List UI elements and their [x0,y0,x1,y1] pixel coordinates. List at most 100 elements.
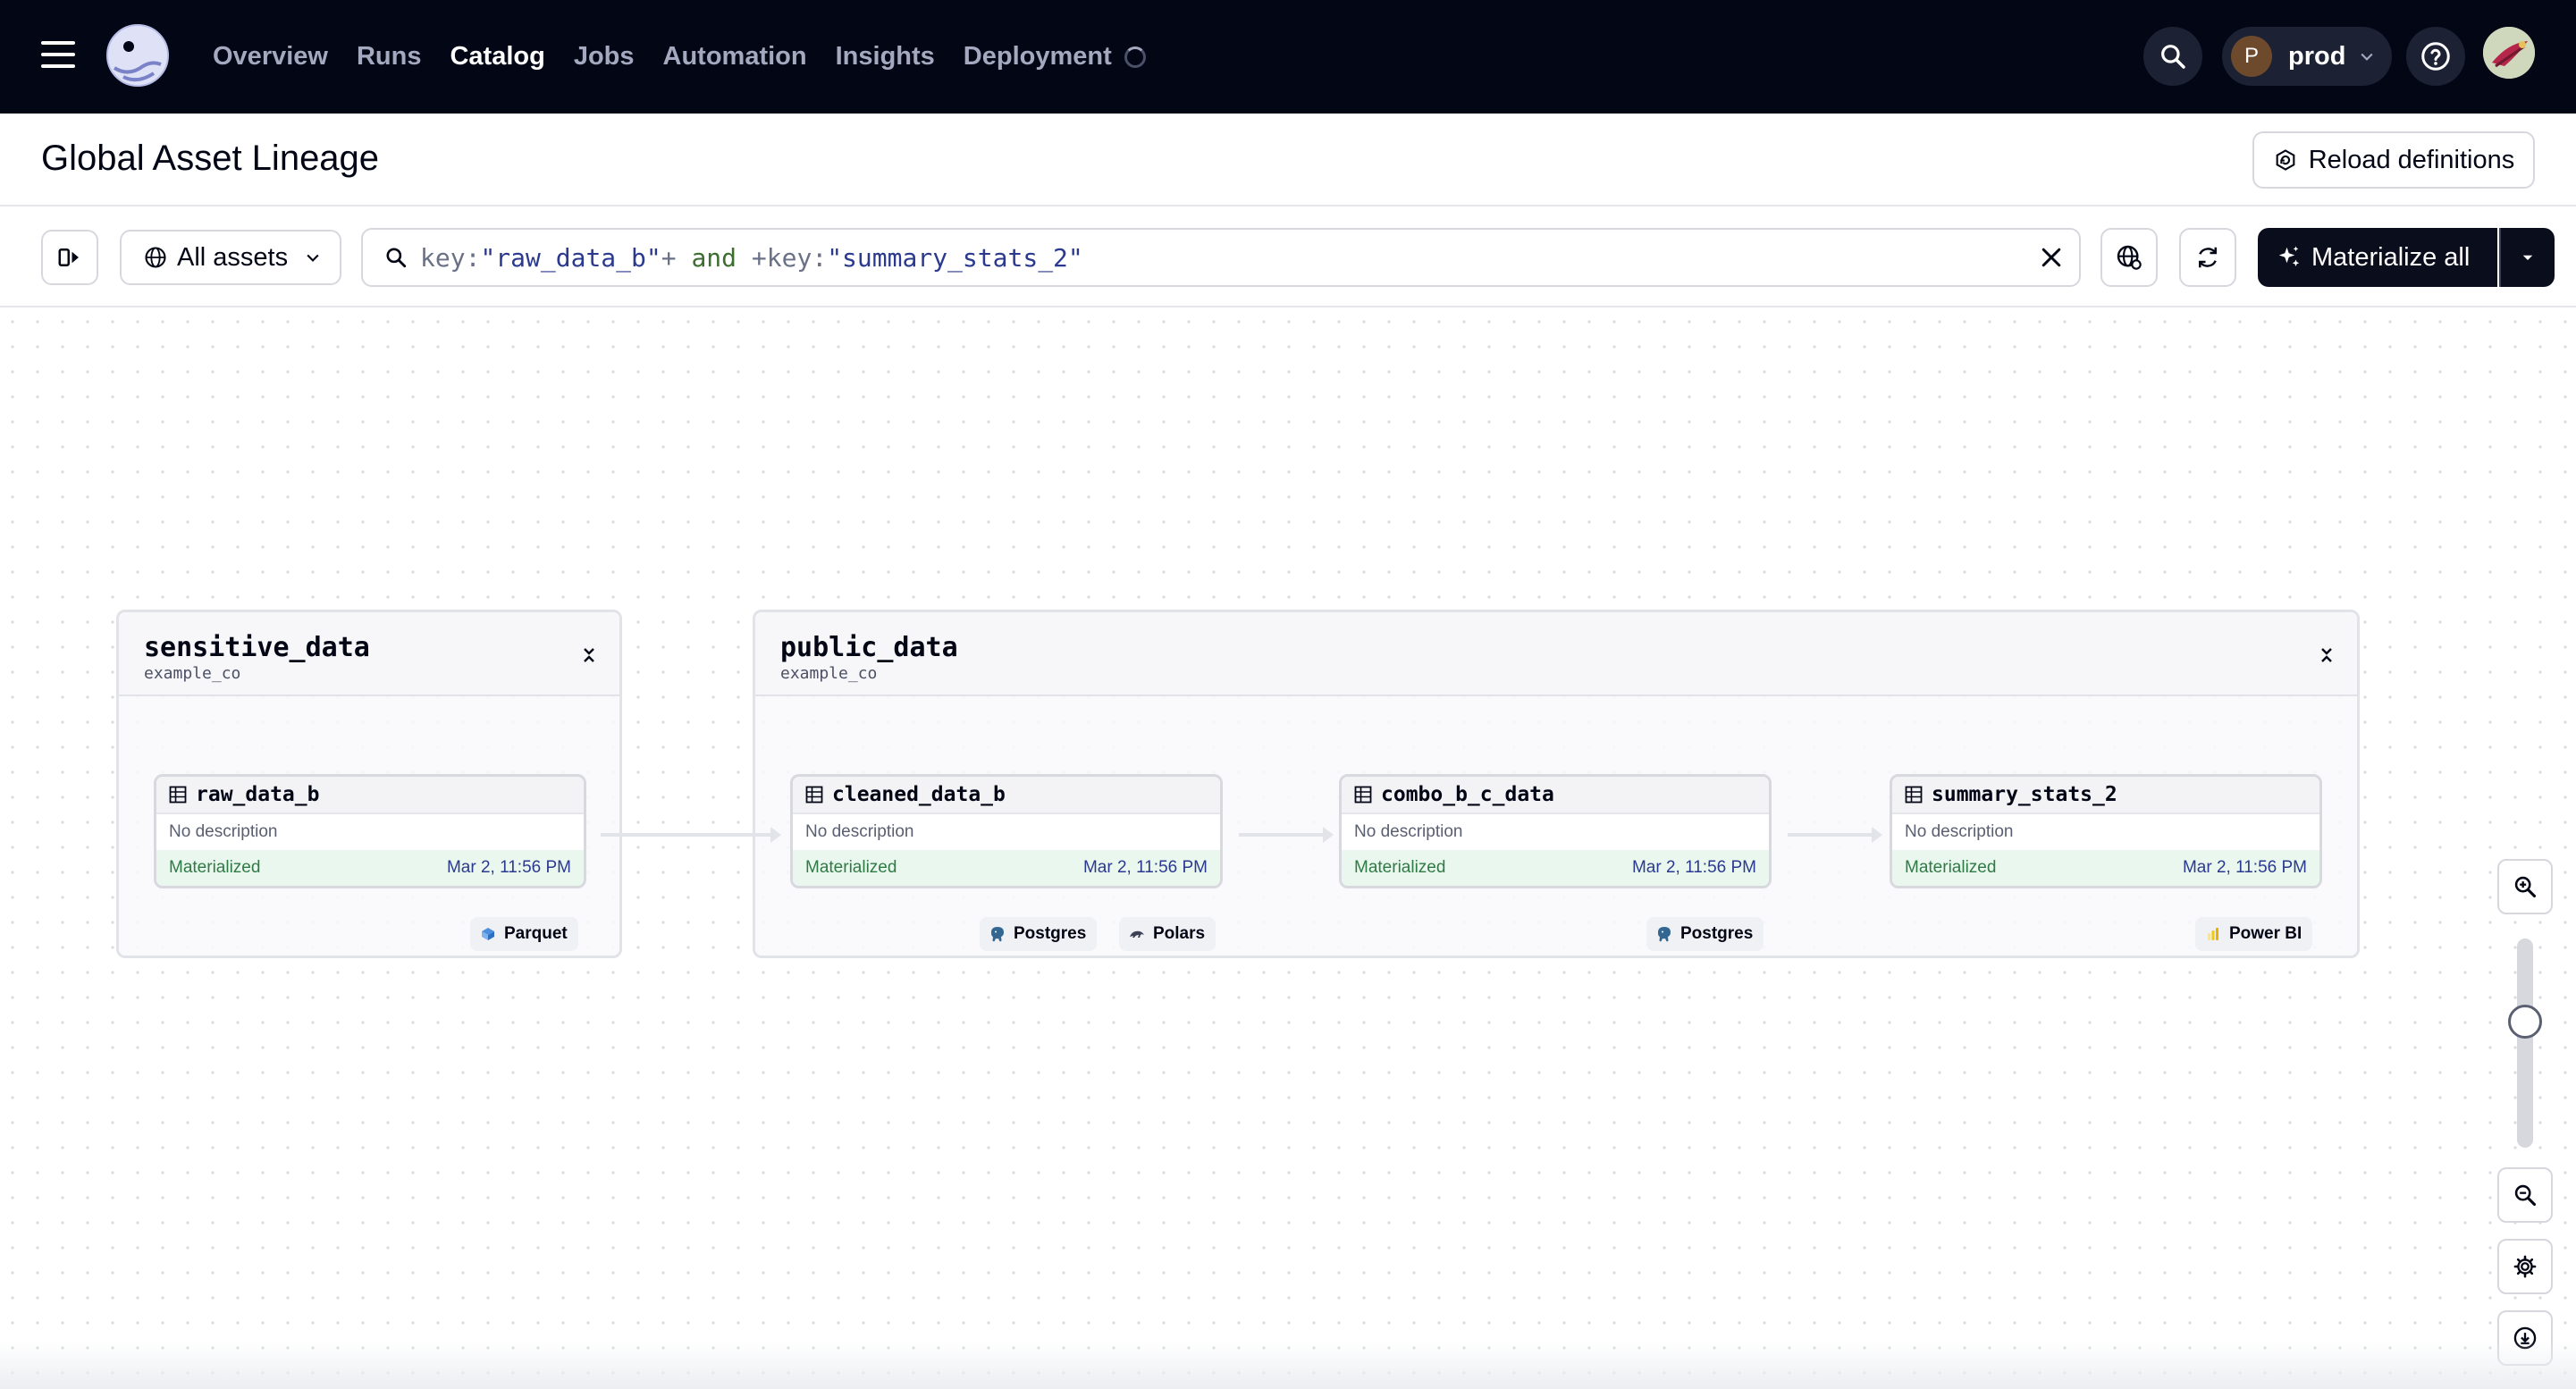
asset-node-raw-data-b[interactable]: raw_data_b No description Materialized M… [154,774,586,888]
sidebar-toggle-icon [58,248,79,266]
loading-spinner-icon [1124,46,1146,69]
toggle-sidebar-button[interactable] [41,230,98,285]
zoom-out-button[interactable] [2497,1167,2553,1223]
table-icon [1354,786,1372,804]
nav-insights[interactable]: Insights [836,42,935,72]
globe-icon [145,247,166,268]
asset-header: combo_b_c_data [1342,777,1769,814]
asset-name: combo_b_c_data [1381,783,1554,806]
nav-deployment-label: Deployment [963,42,1112,71]
search-button[interactable] [2143,27,2202,86]
collapse-icon[interactable] [578,644,600,666]
canvas-bottom-fade [0,1341,2576,1389]
nav-deployment[interactable]: Deployment [964,42,1146,72]
asset-description: No description [1905,822,2014,841]
dagster-logo[interactable] [102,21,173,93]
asset-description: No description [1354,822,1463,841]
graph-settings-button[interactable] [2497,1239,2553,1294]
kind-tag[interactable]: Power BI [2195,917,2313,951]
group-header[interactable]: sensitive_data example_co [119,612,619,696]
gear-icon [2513,1255,2537,1278]
asset-status: Materialized Mar 2, 11:56 PM [156,850,584,886]
kind-tag[interactable]: Polars [1119,917,1216,951]
status-timestamp[interactable]: Mar 2, 11:56 PM [1083,858,1208,878]
group-location: example_co [144,664,241,683]
status-timestamp[interactable]: Mar 2, 11:56 PM [1632,858,1756,878]
nav-runs[interactable]: Runs [357,42,422,72]
group-location: example_co [780,664,878,683]
materialize-all-button[interactable]: Materialize all [2258,228,2497,287]
status-label: Materialized [805,858,897,877]
reload-definitions-button[interactable]: Reload definitions [2252,131,2535,189]
help-button[interactable] [2406,27,2465,86]
status-timestamp[interactable]: Mar 2, 11:56 PM [447,858,571,878]
asset-description: No description [805,822,914,841]
kind-tag-label: Postgres [1680,924,1754,943]
asset-name: raw_data_b [196,783,320,806]
asset-header: summary_stats_2 [1892,777,2319,814]
asset-status: Materialized Mar 2, 11:56 PM [1892,850,2319,886]
lineage-toolbar: All assets key:"raw_data_b"+ and +key:"s… [0,206,2576,307]
kind-tag[interactable]: Parquet [470,917,578,951]
kind-tag-label: Postgres [1014,924,1087,943]
table-icon [805,786,823,804]
nav-automation[interactable]: Automation [663,42,807,72]
asset-node-cleaned-data-b[interactable]: cleaned_data_b No description Materializ… [790,774,1223,888]
status-label: Materialized [1354,858,1446,877]
refresh-button[interactable] [2179,228,2236,287]
query-token: : [812,242,828,273]
sparkle-icon [2278,246,2300,266]
collapse-icon[interactable] [2316,644,2337,666]
group-header[interactable]: public_data example_co [755,612,2357,696]
kind-tag-label: Parquet [504,924,568,943]
query-token: + [751,242,767,273]
status-timestamp[interactable]: Mar 2, 11:56 PM [2183,858,2307,878]
lineage-edge [601,827,781,843]
zoom-in-button[interactable] [2497,859,2553,914]
page-header: Global Asset Lineage Reload definitions [0,114,2576,206]
power-bi-icon [2208,928,2218,940]
top-navigation: Overview Runs Catalog Jobs Automation In… [0,0,2576,114]
help-icon [2421,42,2450,71]
chevron-down-icon [2361,53,2374,61]
search-icon [386,248,407,268]
query-token: key [420,242,466,273]
kind-tag[interactable]: Postgres [1646,917,1764,951]
nav-overview[interactable]: Overview [213,42,328,72]
status-label: Materialized [1905,858,1997,877]
query-token: "raw_data_b" [480,242,661,273]
asset-status: Materialized Mar 2, 11:56 PM [793,850,1220,886]
query-token: and [676,242,752,273]
status-label: Materialized [169,858,261,877]
zoom-slider-track[interactable] [2517,939,2533,1148]
query-token: + [661,242,677,273]
materialize-options-dropdown[interactable] [2499,228,2555,287]
group-name: sensitive_data [144,632,370,663]
asset-scope-label: All assets [177,242,289,272]
zoom-in-icon [2514,876,2537,898]
hamburger-icon[interactable] [41,41,77,72]
nav-jobs[interactable]: Jobs [574,42,635,72]
search-icon [2161,45,2185,69]
lineage-edge [1239,827,1334,843]
asset-node-combo-b-c-data[interactable]: combo_b_c_data No description Materializ… [1339,774,1772,888]
chevron-down-icon [307,254,319,262]
deployment-name: prod [2288,41,2346,71]
reload-icon [2276,149,2295,171]
asset-selection-input[interactable]: key:"raw_data_b"+ and +key:"summary_stat… [361,228,2081,287]
asset-status: Materialized Mar 2, 11:56 PM [1342,850,1769,886]
query-token: "summary_stats_2" [827,242,1083,273]
kind-tag[interactable]: Postgres [980,917,1098,951]
asset-node-summary-stats-2[interactable]: summary_stats_2 No description Materiali… [1890,774,2322,888]
postgres-icon [1658,927,1671,942]
user-avatar-image [2483,27,2535,79]
lineage-graph-canvas[interactable]: sensitive_data example_co public_data ex… [0,309,2576,1389]
asset-header: raw_data_b [156,777,584,814]
asset-scope-select[interactable]: All assets [120,230,341,285]
user-avatar[interactable] [2483,27,2535,79]
deployment-switcher[interactable]: P prod [2222,27,2392,86]
lineage-scope-button[interactable] [2100,228,2158,287]
close-icon[interactable] [2038,244,2065,271]
nav-catalog[interactable]: Catalog [450,42,544,72]
reload-definitions-label: Reload definitions [2308,145,2515,174]
